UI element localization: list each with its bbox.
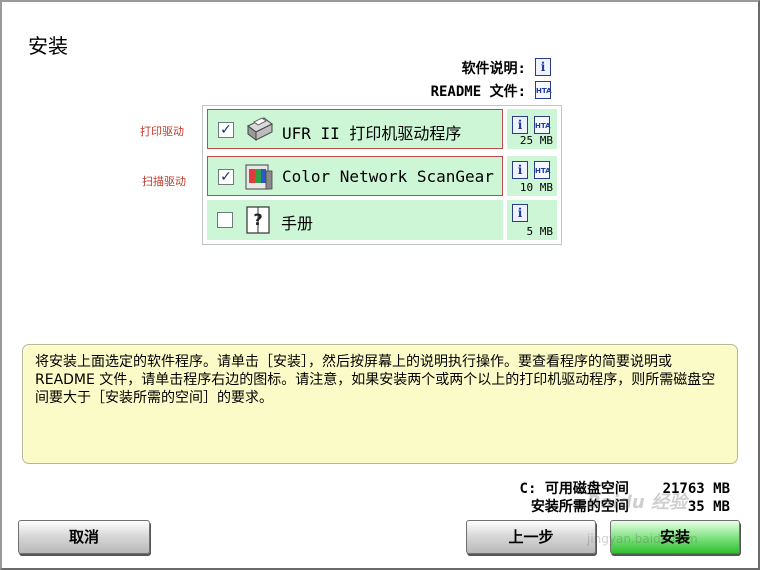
component-label: 手册 xyxy=(281,214,314,233)
info-icon[interactable]: i xyxy=(512,204,528,222)
list-item-color-network-scangear[interactable]: ✓ Color Network ScanGear xyxy=(207,156,503,196)
checkbox-ufr-ii[interactable]: ✓ xyxy=(218,122,234,138)
readme-hta-icon[interactable]: HTA xyxy=(534,116,551,134)
list-item-ufr-ii-driver[interactable]: ✓ UFR II 打印机驱动程序 xyxy=(207,109,503,149)
available-disk-label: C: 可用磁盘空间 xyxy=(519,481,629,497)
annotation-print-driver: 打印驱动 xyxy=(140,125,184,138)
component-side-ufr-ii: i HTA 25 MB xyxy=(507,109,557,149)
component-label: UFR II 打印机驱动程序 xyxy=(282,124,462,143)
component-size: 25 MB xyxy=(519,134,553,147)
printer-icon xyxy=(247,117,273,141)
component-list: ✓ UFR II 打印机驱动程序 i HTA 25 MB ✓ Color Net… xyxy=(202,105,562,245)
svg-text:?: ? xyxy=(253,210,262,229)
installer-window: 安装 软件说明: i README 文件: HTA 打印驱动 扫描驱动 ✓ UF… xyxy=(0,0,760,570)
required-disk-label: 安装所需的空间 xyxy=(530,499,629,515)
scanner-icon xyxy=(245,164,273,190)
cancel-button[interactable]: 取消 xyxy=(18,520,150,554)
readme-file-label: README 文件: xyxy=(430,84,526,100)
available-disk-space: C: 可用磁盘空间 21763 MB xyxy=(520,478,730,498)
component-size: 5 MB xyxy=(526,225,554,238)
back-button[interactable]: 上一步 xyxy=(466,520,596,554)
required-disk-value: 35 MB xyxy=(687,499,730,515)
available-disk-value: 21763 MB xyxy=(662,481,730,497)
required-disk-space: 安装所需的空间 35 MB xyxy=(531,496,730,516)
component-size: 10 MB xyxy=(519,181,553,194)
component-side-scangear: i HTA 10 MB xyxy=(507,156,557,196)
description-box: 将安装上面选定的软件程序。请单击［安装］，然后按屏幕上的说明执行操作。要查看程序… xyxy=(22,344,738,464)
list-item-manual[interactable]: ? 手册 xyxy=(207,200,503,240)
readme-hta-icon[interactable]: HTA xyxy=(535,81,552,99)
info-icon[interactable]: i xyxy=(512,161,528,179)
readme-hta-icon[interactable]: HTA xyxy=(534,161,551,179)
annotation-scan-driver: 扫描驱动 xyxy=(142,175,186,188)
info-icon[interactable]: i xyxy=(535,58,551,76)
component-label: Color Network ScanGear xyxy=(282,167,494,186)
manual-book-icon: ? xyxy=(246,206,270,234)
checkbox-scangear[interactable]: ✓ xyxy=(218,169,234,185)
checkbox-manual[interactable] xyxy=(217,212,233,228)
info-icon[interactable]: i xyxy=(512,116,528,134)
page-title: 安装 xyxy=(28,34,68,58)
software-description-label: 软件说明: xyxy=(461,61,526,77)
install-button[interactable]: 安装 xyxy=(610,520,740,554)
component-side-manual: i 5 MB xyxy=(507,200,557,240)
